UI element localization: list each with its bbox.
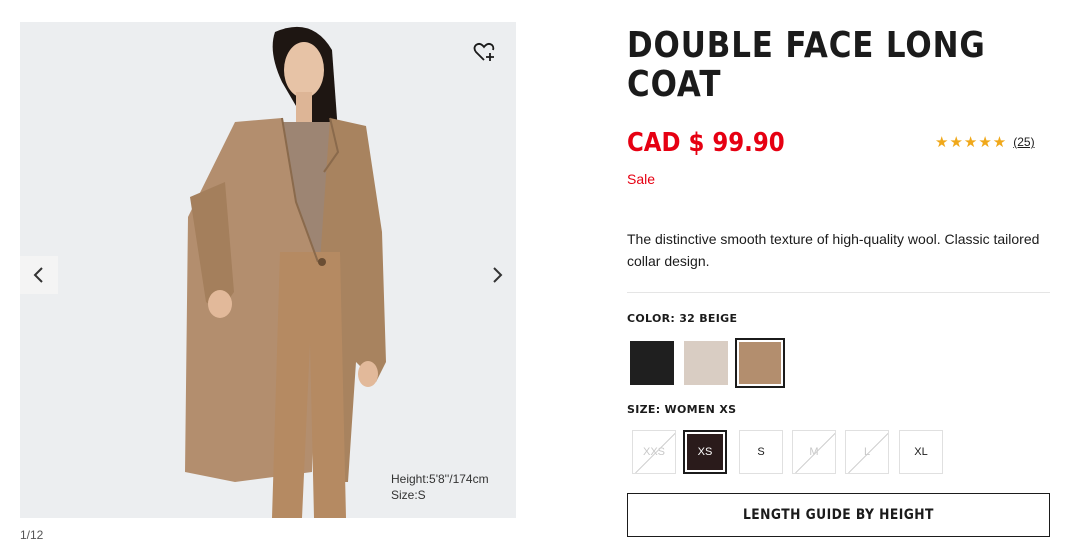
size-option-xl[interactable]: XL (899, 430, 943, 474)
product-image-gallery[interactable]: Height:5'8''/174cm Size:S (20, 22, 516, 518)
size-option-label: XS (687, 434, 723, 470)
product-rating[interactable]: ★★★★★ (25) (935, 133, 1035, 151)
next-image-button[interactable] (478, 256, 516, 294)
previous-image-button[interactable] (20, 256, 58, 294)
model-height: Height:5'8''/174cm (391, 472, 489, 486)
chevron-left-icon (33, 267, 43, 283)
swatch-fill (684, 341, 728, 385)
length-guide-label: LENGTH GUIDE BY HEIGHT (743, 507, 934, 523)
divider (627, 292, 1050, 293)
product-photo (20, 22, 516, 518)
size-option-l[interactable]: L (845, 430, 889, 474)
length-guide-button[interactable]: LENGTH GUIDE BY HEIGHT (627, 493, 1050, 537)
sale-flag: Sale (627, 171, 656, 187)
model-size: Size:S (391, 488, 426, 502)
image-counter: 1/12 (20, 528, 44, 542)
product-title: DOUBLE FACE LONG COAT (627, 25, 986, 105)
color-swatch-beige[interactable] (735, 338, 785, 388)
swatch-fill (739, 342, 781, 384)
swatch-fill (630, 341, 674, 385)
wishlist-button[interactable] (472, 40, 496, 64)
size-option-xxs[interactable]: XXS (632, 430, 676, 474)
color-swatch-black[interactable] (627, 338, 677, 388)
product-description: The distinctive smooth texture of high-q… (627, 231, 1040, 269)
color-swatch-natural[interactable] (681, 338, 731, 388)
review-count-link[interactable]: (25) (1013, 135, 1034, 149)
heart-plus-icon (473, 42, 495, 61)
size-option-m[interactable]: M (792, 430, 836, 474)
rating-stars: ★★★★★ (935, 134, 1008, 151)
size-label: SIZE: WOMEN XS (627, 403, 737, 416)
chevron-right-icon (493, 267, 503, 283)
product-price: CAD $ 99.90 (627, 128, 785, 158)
color-label: COLOR: 32 BEIGE (627, 312, 738, 325)
model-info: Height:5'8''/174cm Size:S (391, 471, 489, 503)
size-option-s[interactable]: S (739, 430, 783, 474)
size-option-xs[interactable]: XS (683, 430, 727, 474)
